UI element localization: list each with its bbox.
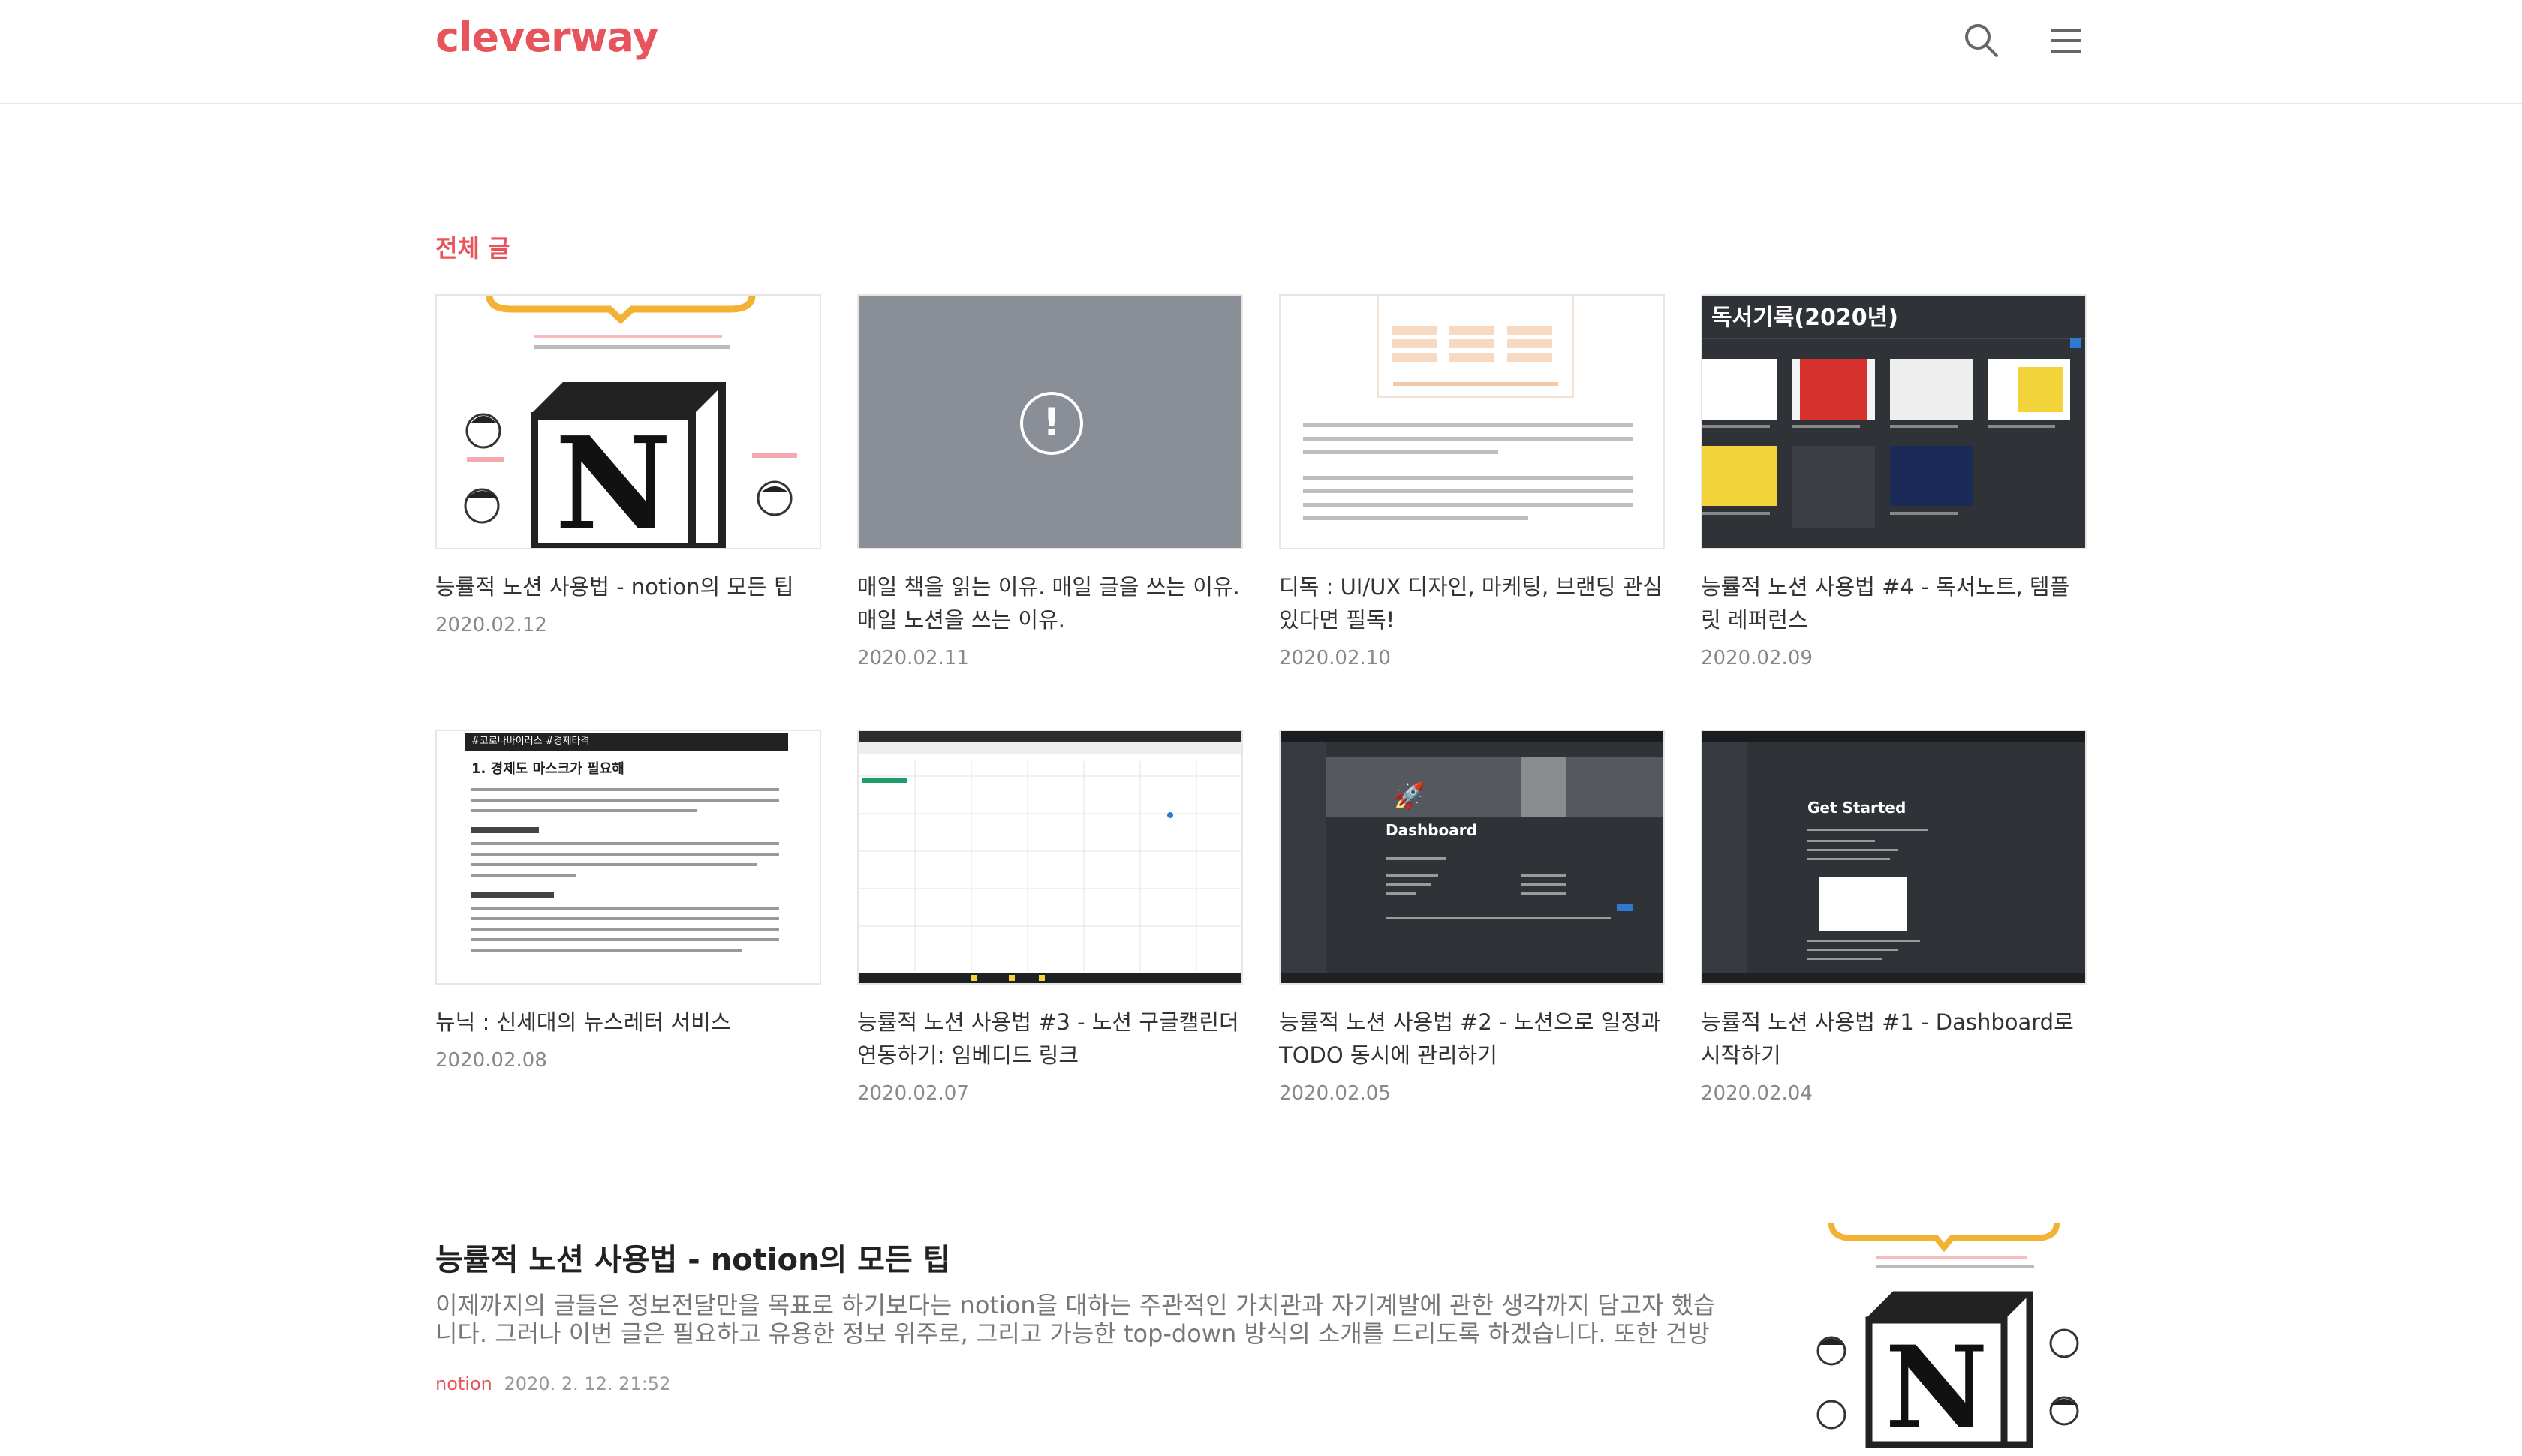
site-header: cleverway	[0, 0, 2522, 104]
featured-post-title[interactable]: 능률적 노션 사용법 - notion의 모든 팁	[435, 1235, 951, 1279]
featured-post-thumbnail[interactable]: N	[1801, 1223, 2087, 1456]
svg-text:🚀: 🚀	[1393, 781, 1425, 811]
post-title[interactable]: 능률적 노션 사용법 #4 - 독서노트, 템플릿 레퍼런스	[1701, 570, 2087, 636]
post-date: 2020.02.05	[1279, 1082, 1391, 1105]
featured-post-datetime: 2020. 2. 12. 21:52	[504, 1373, 671, 1394]
post-card[interactable]: 디독 : UI/UX 디자인, 마케팅, 브랜딩 관심 있다면 필독! 2020…	[1279, 294, 1665, 669]
post-title[interactable]: 능률적 노션 사용법 #1 - Dashboard로 시작하기	[1701, 1006, 2087, 1072]
featured-post-meta: notion 2020. 2. 12. 21:52	[435, 1373, 670, 1394]
post-card[interactable]: Get Started 능률적 노션 사용법 #1 - Dashboard로 시…	[1701, 730, 2087, 1105]
thumbnail-heading: Dashboard	[1386, 821, 1477, 839]
svg-text:N: N	[555, 409, 671, 548]
post-card[interactable]: ! 매일 책을 읽는 이유. 매일 글을 쓰는 이유. 매일 노션을 쓰는 이유…	[857, 294, 1243, 669]
post-card[interactable]: #코로나바이러스 #경제타격 1. 경제도 마스크가 필요해 뉴닉 : 신세대의…	[435, 730, 821, 1072]
featured-post-excerpt: 이제까지의 글들은 정보전달만을 목표로 하기보다는 notion을 대하는 주…	[435, 1291, 1716, 1348]
post-card[interactable]: 🚀 Dashboard 능률적 노션 사용법 #2 - 노션으로 일정과 TOD…	[1279, 730, 1665, 1105]
site-logo[interactable]: cleverway	[435, 14, 658, 61]
post-title[interactable]: 뉴닉 : 신세대의 뉴스레터 서비스	[435, 1006, 821, 1039]
post-card[interactable]: N 능률적 노션 사용법 - notion의 모든 팁 2020.02.12	[435, 294, 821, 636]
post-title[interactable]: 매일 책을 읽는 이유. 매일 글을 쓰는 이유. 매일 노션을 쓰는 이유.	[857, 570, 1243, 636]
post-title[interactable]: 능률적 노션 사용법 - notion의 모든 팁	[435, 570, 821, 603]
post-date: 2020.02.10	[1279, 647, 1391, 669]
post-thumbnail: Get Started	[1701, 730, 2087, 985]
featured-post-category[interactable]: notion	[435, 1373, 492, 1394]
post-card[interactable]: 독서기록(2020년) 능률적 노션 사용법 #4 - 독서노트, 템플릿 레퍼…	[1701, 294, 2087, 669]
post-title[interactable]: 능률적 노션 사용법 #2 - 노션으로 일정과 TODO 동시에 관리하기	[1279, 1006, 1665, 1072]
warning-icon: !	[1020, 392, 1083, 455]
post-thumbnail: !	[857, 294, 1243, 549]
thumbnail-heading: Get Started	[1807, 799, 1907, 817]
post-thumbnail: 독서기록(2020년)	[1701, 294, 2087, 549]
section-title: 전체 글	[435, 234, 510, 263]
post-thumbnail	[857, 730, 1243, 985]
post-card[interactable]: 능률적 노션 사용법 #3 - 노션 구글캘린더 연동하기: 임베디드 링크 2…	[857, 730, 1243, 1105]
post-title[interactable]: 디독 : UI/UX 디자인, 마케팅, 브랜딩 관심 있다면 필독!	[1279, 570, 1665, 636]
post-thumbnail	[1279, 294, 1665, 549]
post-date: 2020.02.12	[435, 614, 547, 636]
hamburger-menu-icon[interactable]	[2042, 17, 2090, 65]
svg-text:N: N	[1885, 1322, 1988, 1454]
post-thumbnail: N	[435, 294, 821, 549]
post-date: 2020.02.09	[1701, 647, 1813, 669]
post-date: 2020.02.07	[857, 1082, 969, 1105]
post-date: 2020.02.08	[435, 1049, 547, 1072]
post-thumbnail: #코로나바이러스 #경제타격 1. 경제도 마스크가 필요해	[435, 730, 821, 985]
post-date: 2020.02.11	[857, 647, 969, 669]
post-date: 2020.02.04	[1701, 1082, 1813, 1105]
post-thumbnail: 🚀 Dashboard	[1279, 730, 1665, 985]
search-icon[interactable]	[1958, 17, 2006, 65]
post-title[interactable]: 능률적 노션 사용법 #3 - 노션 구글캘린더 연동하기: 임베디드 링크	[857, 1006, 1243, 1072]
